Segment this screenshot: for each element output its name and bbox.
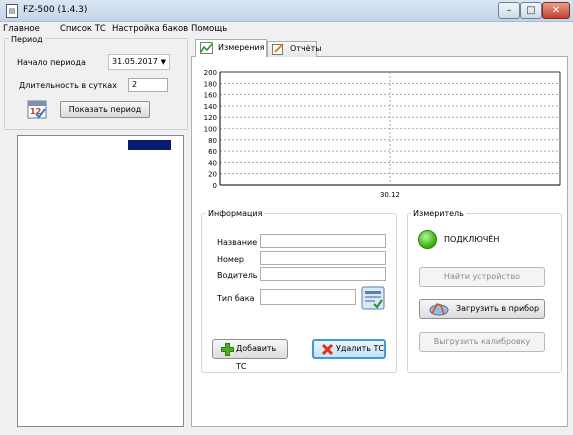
minimize-button[interactable]: – bbox=[498, 2, 520, 19]
tab-reports-label: Отчёты bbox=[290, 44, 322, 53]
y-tick-label: 180 bbox=[204, 80, 217, 88]
start-date-picker[interactable]: 31.05.2017 ▼ bbox=[108, 54, 170, 70]
y-tick-label: 40 bbox=[208, 159, 217, 167]
app-icon: ▤ bbox=[6, 4, 18, 18]
number-label: Номер bbox=[217, 255, 244, 264]
delete-vehicle-button[interactable]: Удалить ТС bbox=[312, 339, 386, 359]
y-tick-label: 200 bbox=[204, 69, 217, 77]
y-tick-label: 120 bbox=[204, 114, 217, 122]
find-device-button[interactable]: Найти устройство bbox=[419, 267, 545, 287]
driver-field[interactable] bbox=[260, 267, 386, 281]
y-tick-label: 0 bbox=[213, 182, 217, 190]
number-field[interactable] bbox=[260, 251, 386, 265]
menu-bar: Главное Список ТС Настройка баков Помощь bbox=[0, 22, 573, 36]
show-period-button[interactable]: Показать период bbox=[60, 101, 150, 118]
y-tick-label: 100 bbox=[204, 126, 217, 134]
start-date-value: 31.05.2017 bbox=[112, 57, 158, 66]
vehicle-list[interactable] bbox=[17, 135, 184, 427]
tank-list-icon[interactable] bbox=[361, 286, 385, 310]
tank-type-field[interactable] bbox=[260, 289, 356, 305]
tab-measurements[interactable]: Измерения bbox=[195, 39, 267, 57]
tab-measurements-label: Измерения bbox=[218, 43, 265, 52]
chart-svg: 20018016014012010080604020030.12 bbox=[204, 69, 561, 199]
y-tick-label: 20 bbox=[208, 171, 217, 179]
chart-icon bbox=[200, 42, 213, 54]
y-tick-label: 80 bbox=[208, 137, 217, 145]
upload-to-device-button[interactable]: Загрузить в прибор bbox=[419, 299, 545, 319]
maximize-button[interactable]: □ bbox=[520, 2, 542, 19]
name-label: Название bbox=[217, 238, 258, 247]
y-tick-label: 140 bbox=[204, 103, 217, 111]
duration-input[interactable]: 2 bbox=[128, 78, 168, 92]
report-icon bbox=[272, 43, 284, 55]
duration-label: Длительность в сутках bbox=[19, 81, 117, 90]
menu-vehicle-list[interactable]: Список ТС bbox=[60, 24, 106, 34]
close-button[interactable]: ✕ bbox=[542, 2, 570, 19]
menu-main[interactable]: Главное bbox=[3, 24, 40, 34]
add-vehicle-label: Добавить ТС bbox=[236, 344, 277, 371]
menu-tank-settings[interactable]: Настройка баков bbox=[112, 24, 188, 34]
tab-reports[interactable]: Отчёты bbox=[267, 41, 322, 57]
y-tick-label: 160 bbox=[204, 92, 217, 100]
plus-icon bbox=[221, 343, 234, 356]
name-field[interactable] bbox=[260, 234, 386, 248]
satellite-icon bbox=[428, 302, 450, 317]
upload-to-device-label: Загрузить в прибор bbox=[456, 304, 540, 313]
connection-status-text: ПОДКЛЮЧЁН bbox=[444, 235, 500, 244]
measurement-chart: 200 180 160 140 120 100 80 60 40 20 0 30.12 bbox=[194, 60, 564, 200]
connection-status-icon bbox=[418, 230, 437, 249]
meter-group-title: Измеритель bbox=[411, 209, 466, 218]
y-tick-label: 60 bbox=[208, 148, 217, 156]
period-group-title: Период bbox=[9, 35, 45, 44]
start-period-label: Начало периода bbox=[17, 58, 86, 67]
window-title: FZ-500 (1.4.3) bbox=[23, 5, 88, 15]
list-item-selected[interactable] bbox=[128, 140, 171, 150]
chevron-down-icon: ▼ bbox=[160, 58, 166, 66]
x-tick-label: 30.12 bbox=[380, 191, 400, 199]
info-group-title: Информация bbox=[206, 209, 265, 218]
delete-x-icon bbox=[321, 343, 334, 356]
driver-label: Водитель bbox=[217, 271, 258, 280]
download-calibration-button[interactable]: Выгрузить калибровку bbox=[419, 332, 545, 352]
tank-type-label: Тип бака bbox=[217, 294, 255, 303]
calendar-icon: 12 bbox=[26, 98, 48, 120]
menu-help[interactable]: Помощь bbox=[191, 24, 227, 34]
delete-vehicle-label: Удалить ТС bbox=[336, 344, 385, 353]
add-vehicle-button[interactable]: Добавить ТС bbox=[212, 339, 288, 371]
